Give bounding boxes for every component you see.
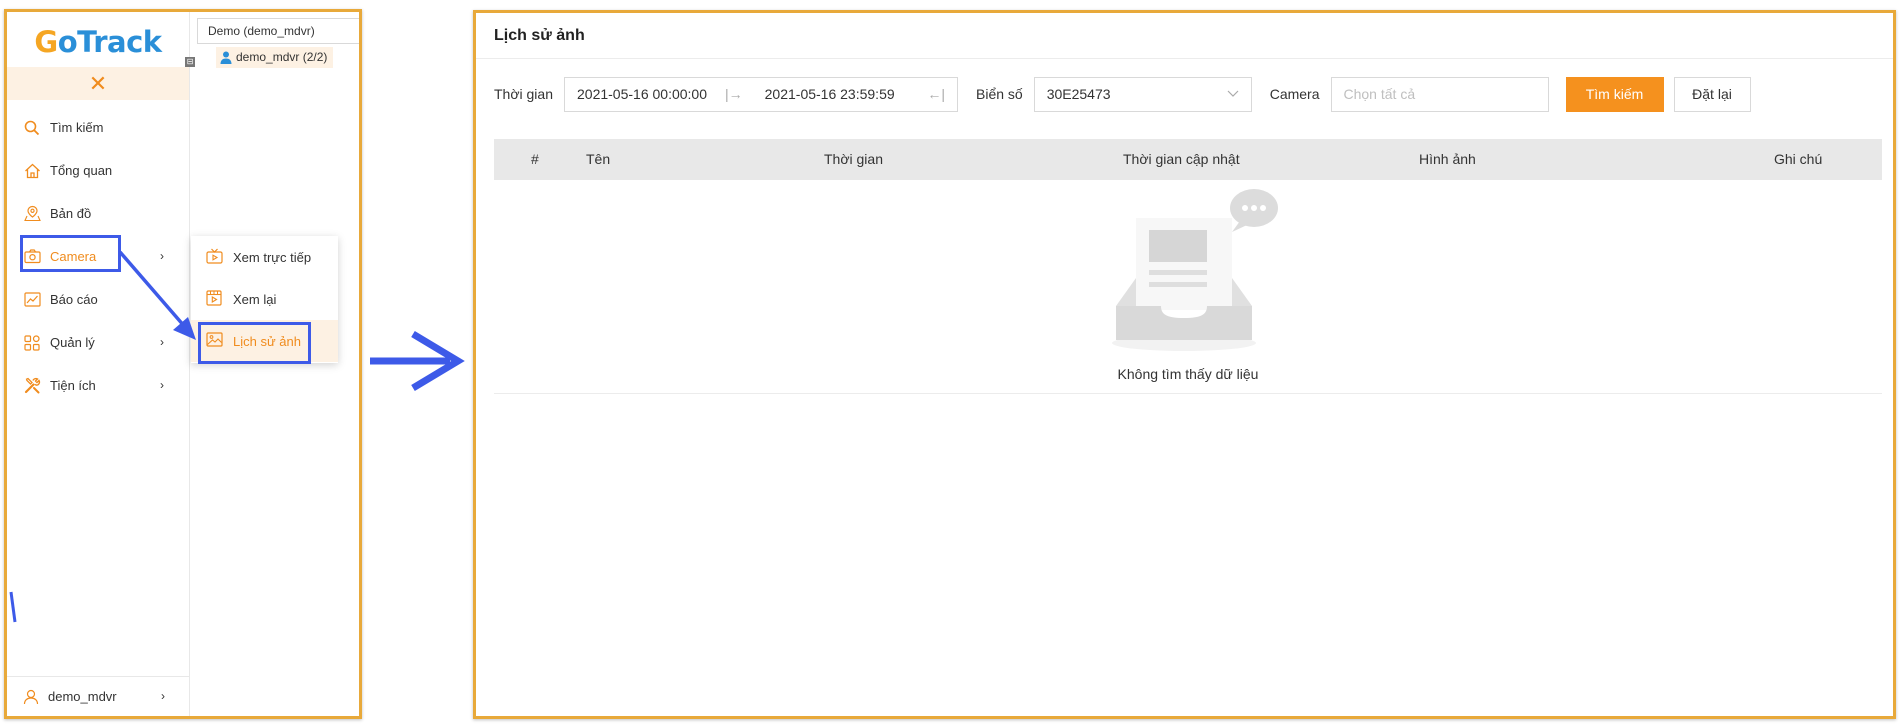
chart-icon [22,290,42,310]
menu-label: Tìm kiếm [50,120,104,135]
tree-collapse-icon[interactable]: ⊟ [185,57,195,67]
menu-label: Quản lý [50,335,95,350]
chevron-down-icon [1227,87,1239,101]
logo-g: G [34,24,58,59]
table-header: # Tên Thời gian Thời gian cập nhật Hình … [494,139,1882,180]
time-end[interactable]: 2021-05-16 23:59:59 [765,86,895,102]
menu-label: Bản đồ [50,206,92,221]
photo-table: # Tên Thời gian Thời gian cập nhật Hình … [494,139,1882,394]
menu-label: Tổng quan [50,163,113,178]
filter-bar: Thời gian 2021-05-16 00:00:00 |→ 2021-05… [494,76,1751,112]
column-header-index: # [531,151,539,167]
vehicle-tree-panel: Demo (demo_mdvr) ⊟ demo_mdvr (2/2) [185,12,359,716]
playback-icon [206,290,224,308]
account-select[interactable]: Demo (demo_mdvr) [197,18,359,44]
column-header-name: Tên [586,151,611,167]
chevron-right-icon: › [160,378,164,392]
column-header-updated-time: Thời gian cập nhật [1123,151,1240,167]
sidebar: GoTrack ✕ Tìm kiếm Tổng quan Bản đồ Came… [7,12,190,716]
column-header-time: Thời gian [824,151,883,167]
reset-button[interactable]: Đặt lại [1673,76,1751,112]
photo-history-page: Lịch sử ảnh Thời gian 2021-05-16 00:00:0… [473,10,1896,719]
chevron-right-icon: › [160,335,164,349]
empty-message: Không tìm thấy dữ liệu [1117,366,1259,382]
home-icon [22,161,42,181]
empty-state: Không tìm thấy dữ liệu [494,180,1882,394]
menu-label: Báo cáo [50,292,98,307]
submenu-label: Xem lại [233,291,277,307]
time-label: Thời gian [494,86,553,102]
menu-item-overview[interactable]: Tổng quan [7,149,189,192]
chevron-right-icon: › [160,249,164,263]
time-start[interactable]: 2021-05-16 00:00:00 [577,86,707,102]
user-menu[interactable]: demo_mdvr › [7,676,190,716]
submenu-item-playback[interactable]: Xem lại [191,278,338,320]
user-icon [220,51,232,64]
search-button[interactable]: Tìm kiếm [1565,76,1664,112]
highlight-photo-history [198,322,311,364]
chevron-right-icon: › [161,689,165,703]
menu-item-map[interactable]: Bản đồ [7,192,189,235]
column-header-note: Ghi chú [1774,151,1823,167]
close-menu-button[interactable]: ✕ [7,67,189,100]
arrow-left-bar-icon: ←| [927,86,945,102]
empty-inbox-icon [1112,189,1278,351]
close-icon: ✕ [88,70,108,96]
camera-label: Camera [1269,86,1320,102]
grid-icon [22,333,42,353]
menu-item-manage[interactable]: Quản lý › [7,321,189,364]
logo-text: oTrack [57,24,162,59]
plate-value: 30E25473 [1046,86,1111,102]
tools-icon [22,376,42,396]
plate-select[interactable]: 30E25473 [1033,76,1252,112]
user-name: demo_mdvr [48,689,117,704]
submenu-label: Xem trực tiếp [233,249,312,265]
tree-node[interactable]: demo_mdvr (2/2) [216,47,334,68]
arrow-right-bar-icon: |→ [725,86,743,102]
menu-label: Tiện ích [50,378,96,393]
menu-item-utilities[interactable]: Tiện ích › [7,364,189,407]
logo: GoTrack [7,12,189,67]
date-range-picker[interactable]: 2021-05-16 00:00:00 |→ 2021-05-16 23:59:… [564,76,958,112]
camera-select[interactable]: Chọn tất cả [1330,76,1549,112]
menu-item-report[interactable]: Báo cáo [7,278,189,321]
live-tv-icon [206,248,224,266]
highlight-camera [20,235,121,272]
tree-node-label: demo_mdvr (2/2) [236,50,328,64]
map-icon [22,204,42,224]
navigation-panel: GoTrack ✕ Tìm kiếm Tổng quan Bản đồ Came… [4,9,362,719]
page-title: Lịch sử ảnh [476,13,1893,59]
menu-item-search[interactable]: Tìm kiếm [7,106,189,149]
column-header-image: Hình ảnh [1419,151,1476,167]
annotation-arrow-right [370,330,465,392]
plate-label: Biển số [976,86,1023,102]
user-icon [23,689,39,705]
submenu-item-live-view[interactable]: Xem trực tiếp [191,236,338,278]
search-icon [22,118,42,138]
